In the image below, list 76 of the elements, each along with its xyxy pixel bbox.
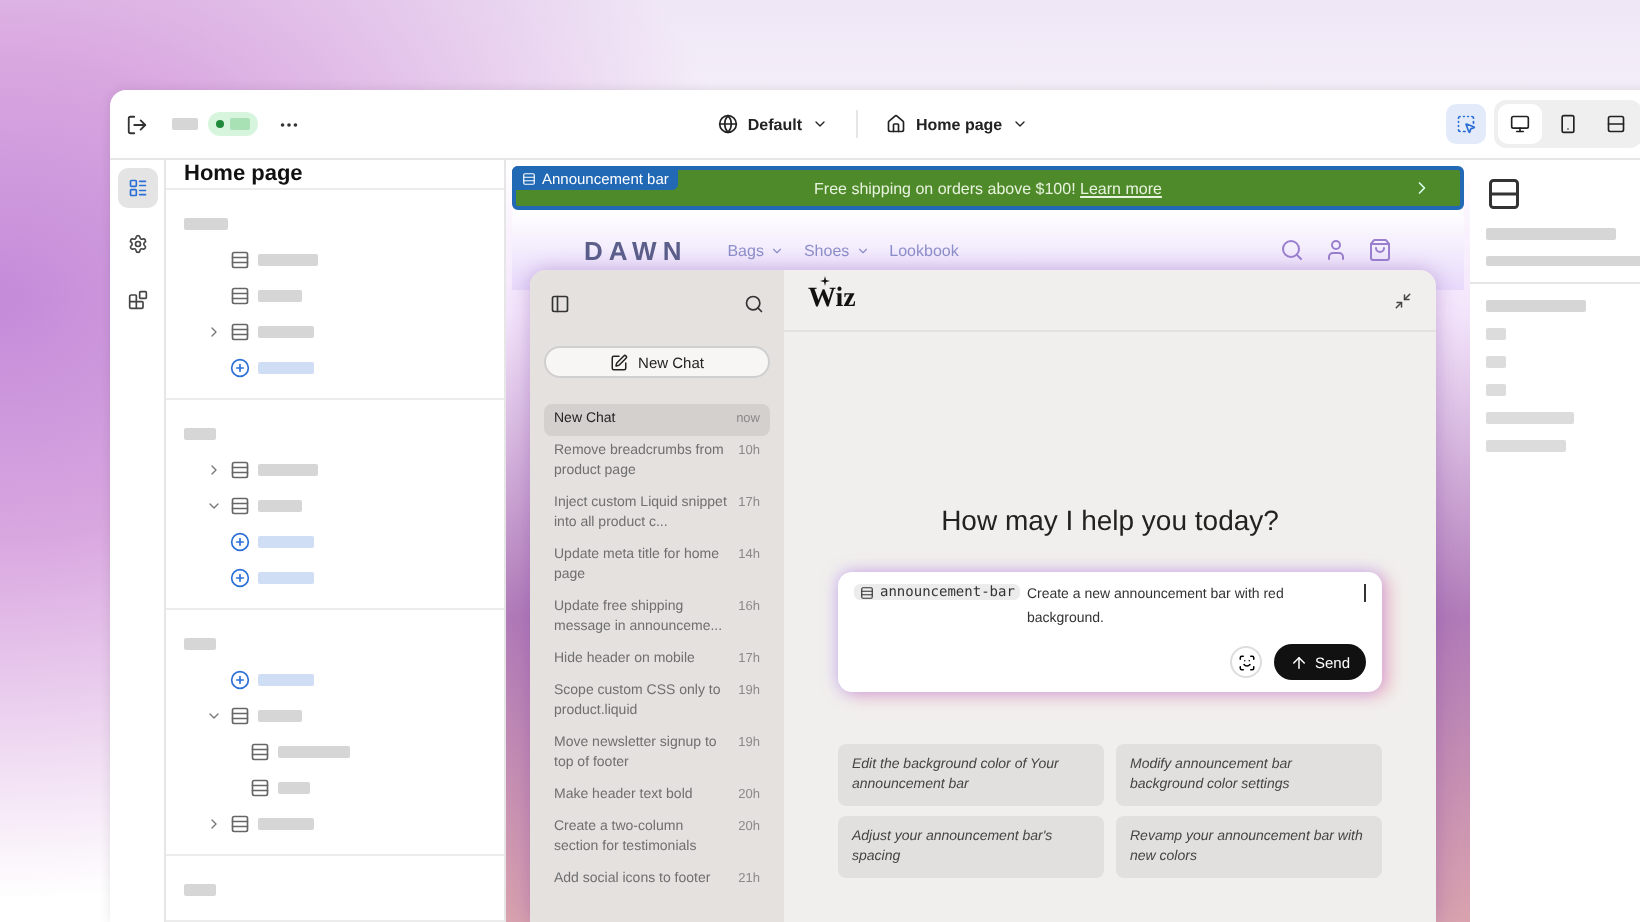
pen-square-icon — [610, 353, 629, 371]
exit-icon[interactable] — [126, 113, 148, 135]
arrow-up-icon — [1290, 653, 1309, 671]
text-placeholder — [258, 500, 302, 512]
nav-link[interactable]: Shoes — [803, 241, 870, 259]
fullwidth-icon — [1606, 114, 1626, 134]
store-logo[interactable]: DAWN — [584, 235, 688, 265]
panel-title: Home page — [166, 160, 504, 190]
chevron-down-icon[interactable] — [205, 498, 221, 514]
text-placeholder — [258, 464, 318, 476]
text-placeholder — [1486, 228, 1616, 240]
sidebar-toggle-icon[interactable] — [550, 294, 570, 314]
section-icon — [860, 585, 874, 599]
text-placeholder — [278, 746, 350, 758]
apps-icon — [127, 290, 147, 310]
inspector-button[interactable] — [1446, 104, 1486, 144]
section-icon — [250, 778, 270, 798]
page-dropdown[interactable]: Home page — [878, 114, 1037, 134]
section-icon — [230, 496, 250, 516]
text-placeholder — [184, 884, 216, 896]
add-circle-icon[interactable] — [230, 532, 250, 552]
chevron-down-icon — [1012, 116, 1029, 132]
section-icon — [250, 742, 270, 762]
text-placeholder — [258, 710, 302, 722]
section-icon — [230, 814, 250, 834]
add-circle-icon[interactable] — [230, 670, 250, 690]
text-placeholder — [258, 536, 314, 548]
cart-icon[interactable] — [1368, 238, 1392, 262]
text-placeholder — [258, 326, 314, 338]
sections-icon — [127, 178, 147, 198]
learn-more-link[interactable]: Learn more — [1080, 179, 1162, 197]
greeting-heading: How may I help you today? — [939, 504, 1281, 536]
status-badge — [208, 112, 258, 136]
text-placeholder — [258, 290, 302, 302]
text-placeholder — [184, 638, 216, 650]
section-icon — [230, 286, 250, 306]
section-icon — [230, 250, 250, 270]
chevron-down-icon — [812, 116, 828, 132]
text-placeholder — [278, 782, 310, 794]
text-placeholder — [258, 674, 314, 686]
scan-icon — [1237, 653, 1256, 671]
capture-button[interactable] — [1230, 646, 1263, 678]
text-placeholder — [184, 428, 216, 440]
section-icon — [230, 322, 250, 342]
chevron-down-icon[interactable] — [205, 708, 221, 724]
text-placeholder — [172, 118, 198, 130]
globe-icon — [717, 114, 738, 134]
text-placeholder — [258, 572, 314, 584]
text-placeholder — [258, 362, 314, 374]
nav-link[interactable]: Bags — [727, 241, 784, 259]
settings-icon — [127, 234, 147, 254]
pointer-select-icon — [1456, 114, 1476, 134]
house-icon — [886, 114, 906, 134]
nav-link[interactable]: Lookbook — [889, 241, 959, 259]
announcement-text: Free shipping on orders above $100! Learn more — [814, 179, 1162, 197]
desktop-view-button[interactable] — [1498, 104, 1542, 144]
text-cursor — [1364, 584, 1366, 602]
search-icon[interactable] — [744, 294, 764, 314]
text-placeholder — [184, 218, 228, 230]
text-placeholder — [258, 254, 318, 266]
text-placeholder — [1486, 412, 1574, 424]
section-icon — [1486, 176, 1522, 212]
desktop-icon — [1510, 114, 1530, 134]
section-icon — [230, 460, 250, 480]
add-circle-icon[interactable] — [230, 568, 250, 588]
sections-tab[interactable] — [117, 168, 157, 208]
section-icon — [522, 171, 536, 185]
text-placeholder — [1486, 440, 1566, 452]
section-icon — [230, 706, 250, 726]
text-placeholder — [1486, 300, 1586, 312]
add-circle-icon[interactable] — [230, 358, 250, 378]
theme-dropdown[interactable]: Default — [709, 114, 836, 134]
minimize-icon[interactable] — [1394, 291, 1412, 309]
account-icon[interactable] — [1324, 238, 1348, 262]
mobile-icon — [1558, 114, 1578, 134]
text-placeholder — [258, 818, 314, 830]
